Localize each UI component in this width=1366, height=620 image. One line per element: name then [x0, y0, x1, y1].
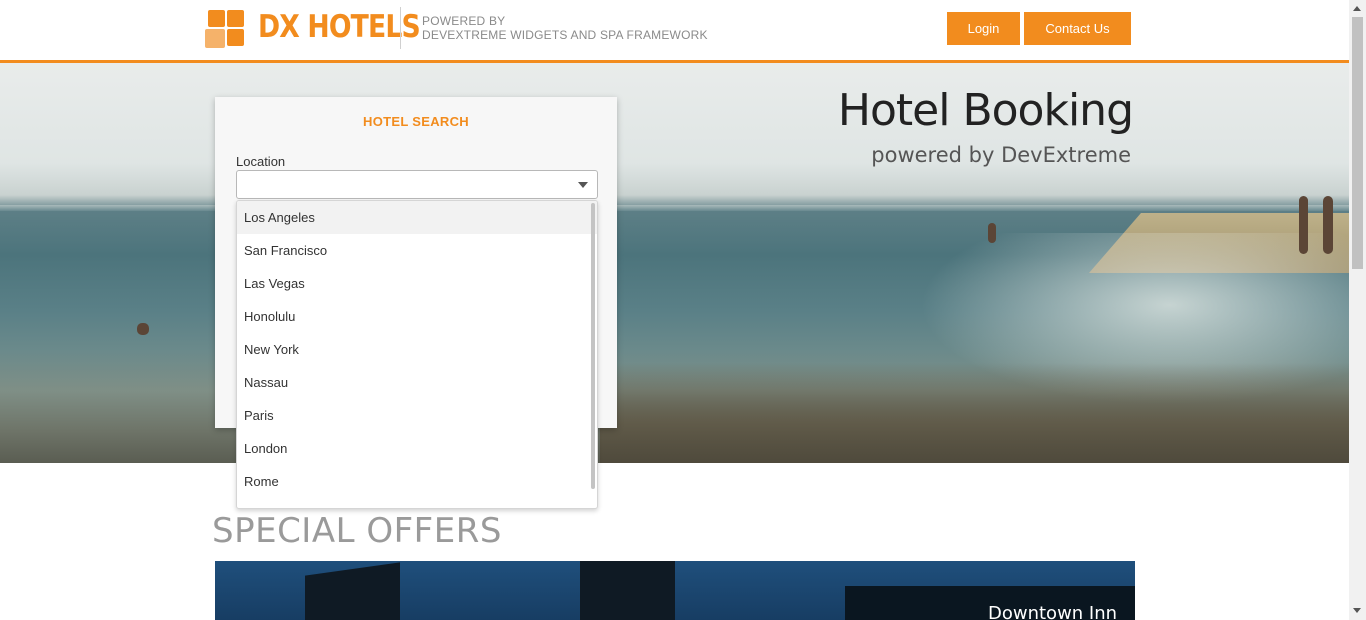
location-option[interactable]: Rome — [237, 465, 597, 498]
offer-hotel-name[interactable]: Downtown Inn — [988, 603, 1117, 620]
location-dropdown-list[interactable]: Los Angeles San Francisco Las Vegas Hono… — [236, 200, 598, 509]
hero-person — [1299, 196, 1308, 254]
hotel-search-title: HOTEL SEARCH — [363, 114, 469, 129]
location-option[interactable]: Nassau — [237, 366, 597, 399]
special-offers-title: SPECIAL OFFERS — [212, 511, 502, 551]
login-button[interactable]: Login — [947, 12, 1020, 45]
location-label: Location — [236, 154, 286, 169]
offer-image-building — [305, 562, 400, 620]
location-select[interactable] — [236, 170, 598, 199]
page-scrollbar[interactable] — [1349, 0, 1366, 620]
hero-subtitle: powered by DevExtreme — [871, 143, 1131, 167]
location-option[interactable]: Paris — [237, 399, 597, 432]
hero-title: Hotel Booking — [837, 85, 1134, 136]
brand-name[interactable]: DX HOTELS — [258, 9, 421, 45]
chevron-down-icon[interactable] — [578, 182, 588, 188]
location-option[interactable]: London — [237, 432, 597, 465]
dx-logo-icon[interactable] — [205, 10, 245, 48]
hero-swimmer — [137, 323, 149, 335]
special-offer-banner[interactable]: Downtown Inn — [215, 561, 1135, 620]
hero-horizon — [0, 205, 1349, 211]
scroll-up-icon[interactable] — [1353, 6, 1361, 11]
location-option[interactable]: Honolulu — [237, 300, 597, 333]
contact-us-button[interactable]: Contact Us — [1024, 12, 1131, 45]
location-option[interactable]: New York — [237, 333, 597, 366]
scroll-down-icon[interactable] — [1353, 608, 1361, 613]
location-option[interactable]: San Francisco — [237, 234, 597, 267]
hero-shore — [600, 363, 1349, 463]
scrollbar-thumb[interactable] — [1352, 17, 1363, 269]
powered-by-line2: DEVEXTREME WIDGETS AND SPA FRAMEWORK — [422, 28, 708, 42]
powered-by-line1: POWERED BY — [422, 14, 506, 28]
dropdown-scrollbar[interactable] — [591, 203, 595, 489]
powered-by-text: POWERED BY DEVEXTREME WIDGETS AND SPA FR… — [422, 14, 708, 42]
hero-banner: Hotel Booking powered by DevExtreme — [0, 63, 1349, 463]
site-header: DX HOTELS POWERED BY DEVEXTREME WIDGETS … — [0, 0, 1349, 63]
location-option[interactable]: Los Angeles — [237, 201, 597, 234]
offer-image-building — [580, 561, 675, 620]
hero-person — [1323, 196, 1333, 254]
header-divider — [400, 7, 401, 49]
hero-person — [988, 223, 996, 243]
offer-card[interactable]: Downtown Inn — [845, 586, 1135, 620]
location-option[interactable]: Las Vegas — [237, 267, 597, 300]
